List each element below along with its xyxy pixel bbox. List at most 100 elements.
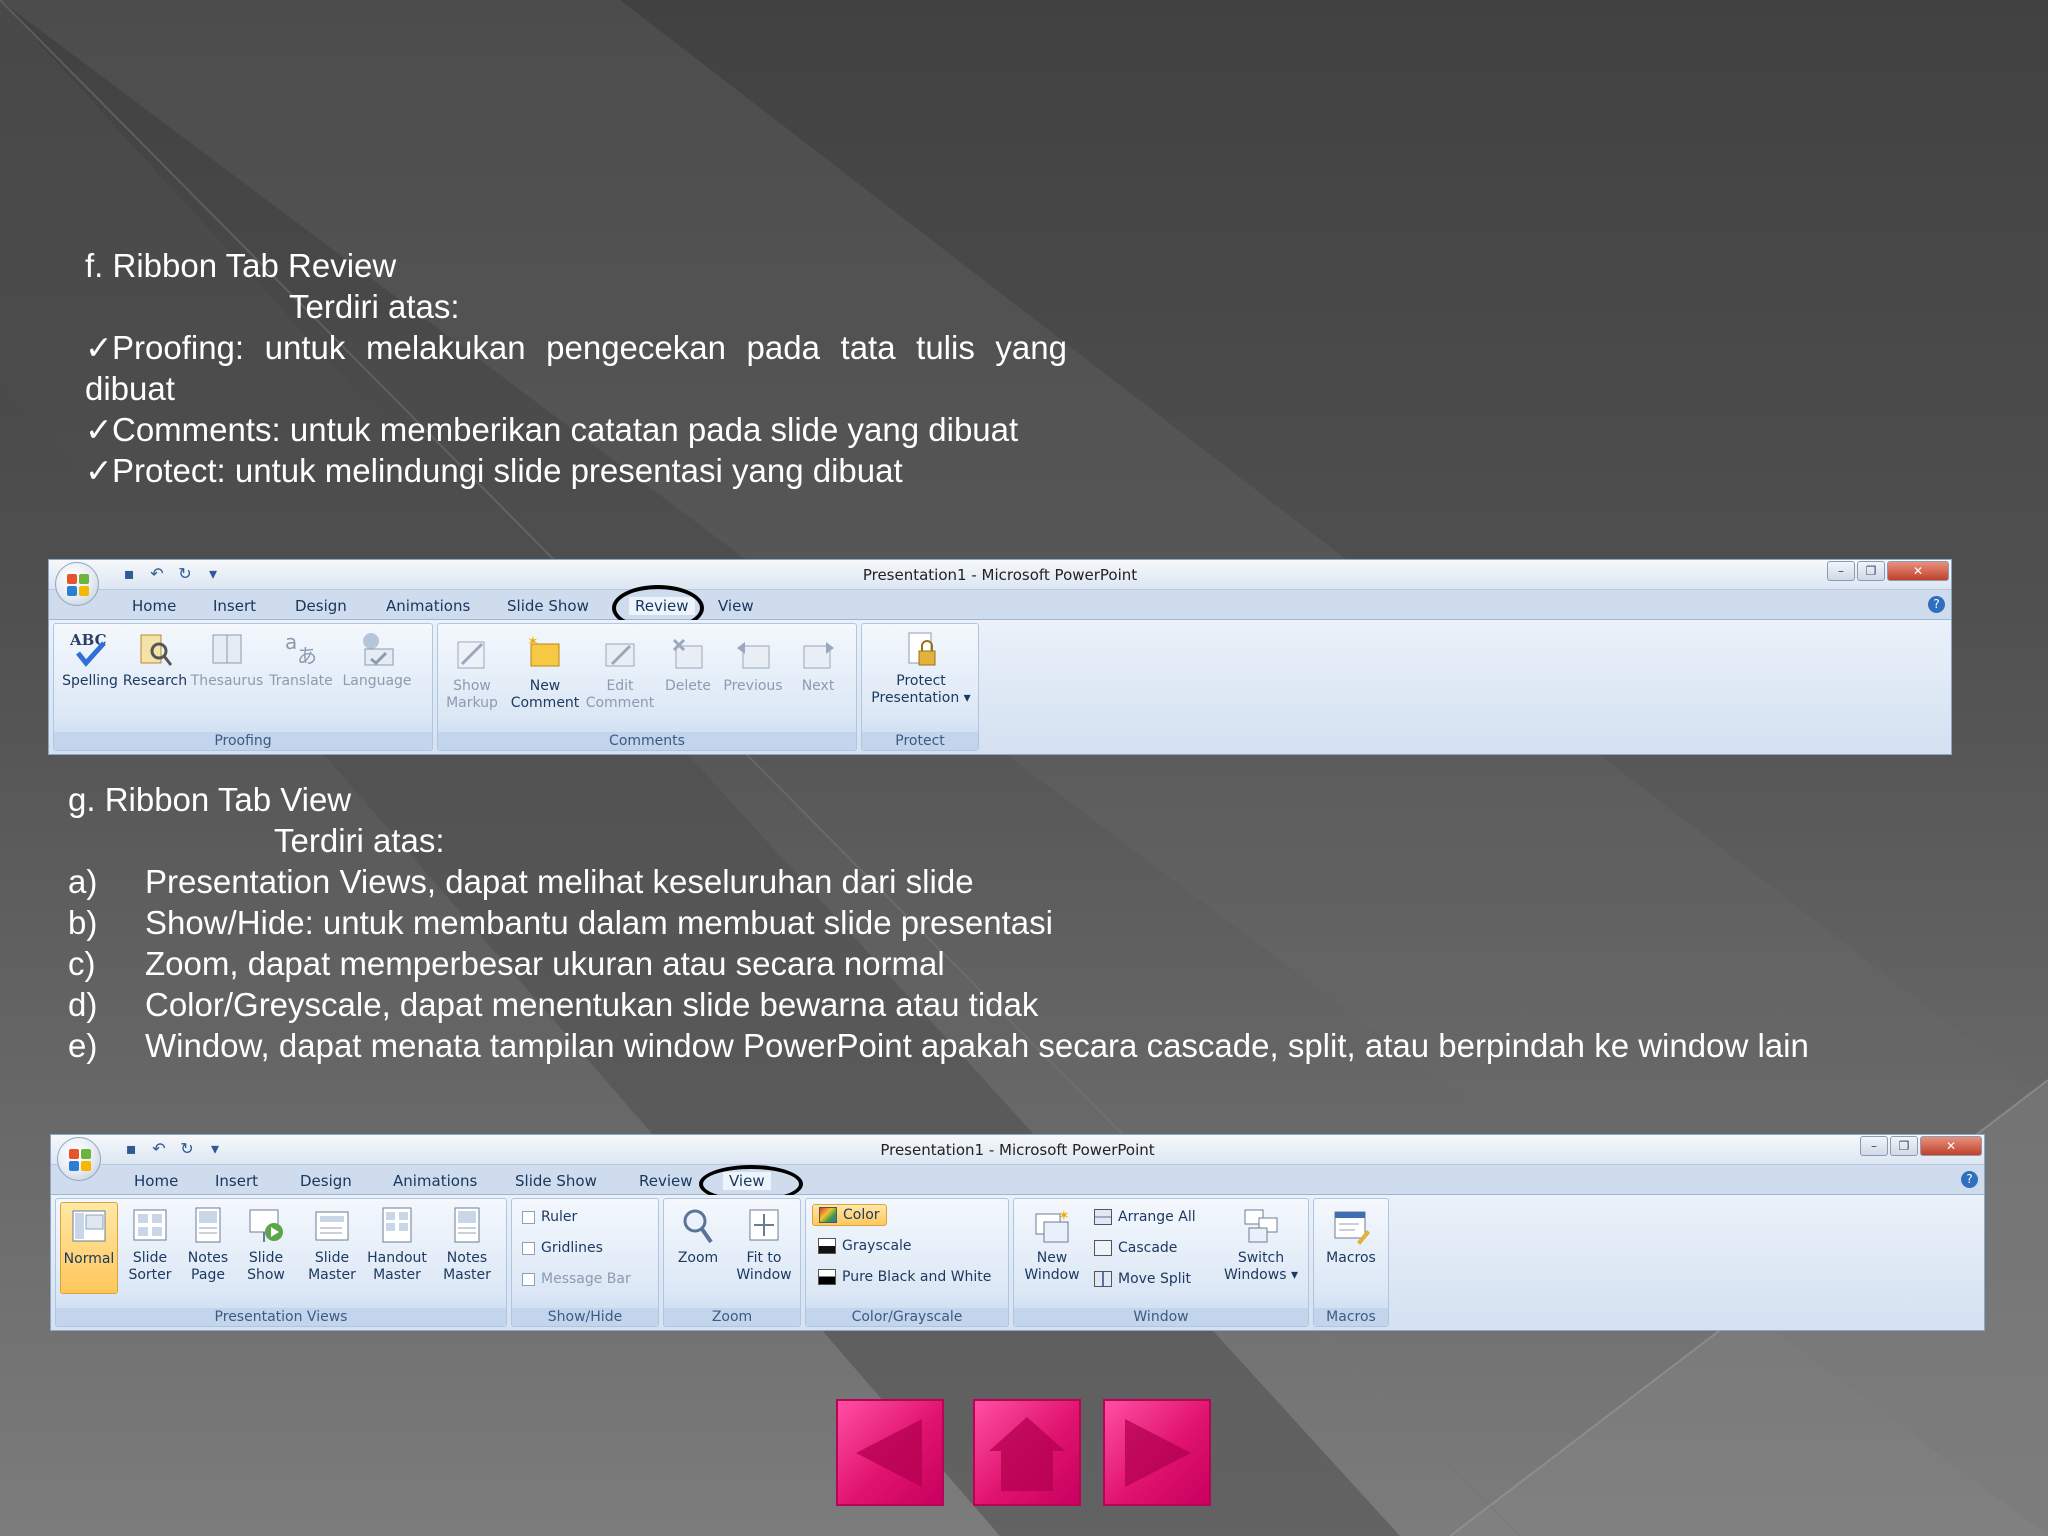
list-item: d) Color/Greyscale, dapat menentukan slid… [68,984,1895,1025]
group-label-proofing: Proofing [54,732,432,750]
help-icon[interactable]: ? [1928,596,1945,613]
tab-view[interactable]: View [718,597,754,615]
list-item-text: Color/Greyscale, dapat menentukan slide … [145,986,1039,1023]
minimize-icon[interactable]: – [1827,561,1855,581]
notes-page-icon [188,1206,228,1246]
handout-master-button[interactable]: Handout Master [362,1206,432,1284]
customize-qat-icon[interactable]: ▾ [203,565,223,583]
checkbox-icon [522,1272,535,1286]
message-bar-checkbox[interactable]: Message Bar [522,1271,631,1287]
office-button[interactable] [55,562,99,606]
section-f-subheading: Terdiri atas: [289,288,460,325]
spelling-button[interactable]: ABC Spelling [60,629,120,690]
slide-master-icon [312,1206,352,1246]
list-item: b) Show/Hide: untuk membantu dalam membua… [68,902,1895,943]
close-icon[interactable]: ✕ [1920,1136,1982,1156]
section-f-heading: f. Ribbon Tab Review [85,247,397,284]
tab-design[interactable]: Design [300,1172,352,1190]
thesaurus-icon [207,629,247,669]
slide-show-icon [246,1206,286,1246]
edit-comment-icon [600,634,640,674]
group-protect: Protect Presentation ▾ Protect [861,623,979,751]
tab-animations[interactable]: Animations [393,1172,477,1190]
tab-animations[interactable]: Animations [386,597,470,615]
right-triangle-icon [1125,1419,1191,1487]
office-logo-icon [69,1149,91,1171]
group-show-hide: Ruler Gridlines Message Bar Show/Hide [511,1198,659,1327]
svg-text:a: a [285,630,297,654]
restore-icon[interactable]: ❐ [1890,1136,1918,1156]
close-icon[interactable]: ✕ [1887,561,1949,581]
customize-qat-icon[interactable]: ▾ [205,1140,225,1158]
list-item-text: Window, dapat menata tampilan window Pow… [145,1027,1809,1064]
save-icon[interactable]: ▪ [121,1140,141,1158]
next-comment-button[interactable]: Next [788,634,848,695]
group-window: ✶ New Window Arrange All Cascade Move Spl… [1013,1198,1309,1327]
grayscale-button[interactable]: Grayscale [818,1238,912,1254]
slide-show-button[interactable]: Slide Show [238,1206,294,1284]
tab-slide-show[interactable]: Slide Show [507,597,589,615]
notes-master-button[interactable]: Notes Master [436,1206,498,1284]
translate-button[interactable]: aあ Translate [266,629,336,690]
redo-icon[interactable]: ↻ [175,565,195,583]
switch-windows-icon [1241,1206,1281,1246]
list-item-label: d) [68,986,98,1023]
notes-master-icon [447,1206,487,1246]
edit-comment-button[interactable]: Edit Comment [584,634,656,712]
window-caption: Presentation1 - Microsoft PowerPoint [862,566,1138,584]
color-button[interactable]: Color [812,1204,887,1226]
macros-button[interactable]: Macros [1318,1206,1384,1267]
new-window-button[interactable]: ✶ New Window [1018,1206,1086,1284]
move-split-button[interactable]: Move Split [1094,1271,1191,1287]
tab-design[interactable]: Design [295,597,347,615]
previous-slide-button[interactable] [836,1399,944,1506]
svg-text:✶: ✶ [527,634,539,650]
zoom-button[interactable]: Zoom [668,1206,728,1267]
tab-review[interactable]: Review [639,1172,693,1190]
list-item: a) Presentation Views, dapat melihat kese… [68,861,1895,902]
previous-comment-button[interactable]: Previous [720,634,786,695]
window-controls: – ❐ ✕ [1858,1136,1982,1156]
protect-presentation-button[interactable]: Protect Presentation ▾ [866,629,976,707]
undo-icon[interactable]: ↶ [149,1140,169,1158]
tab-home[interactable]: Home [132,597,176,615]
tab-home[interactable]: Home [134,1172,178,1190]
ribbon-groups: ABC Spelling Research Thesaurus aあ Trans… [49,620,1951,754]
research-button[interactable]: Research [122,629,188,690]
group-label-protect: Protect [862,732,978,750]
tab-insert[interactable]: Insert [213,597,256,615]
delete-comment-button[interactable]: Delete [658,634,718,695]
fit-to-window-button[interactable]: Fit to Window [730,1206,798,1284]
slide-master-button[interactable]: Slide Master [304,1206,360,1284]
office-button[interactable] [57,1137,101,1181]
arrange-all-button[interactable]: Arrange All [1094,1209,1196,1225]
next-slide-button[interactable] [1103,1399,1211,1506]
tab-insert[interactable]: Insert [215,1172,258,1190]
title-bar: ▪ ↶ ↻ ▾ Presentation1 - Microsoft PowerP… [49,560,1951,590]
list-item-text: Zoom, dapat memperbesar ukuran atau seca… [145,945,945,982]
help-icon[interactable]: ? [1961,1171,1978,1188]
save-icon[interactable]: ▪ [119,565,139,583]
restore-icon[interactable]: ❐ [1857,561,1885,581]
cascade-button[interactable]: Cascade [1094,1240,1177,1256]
home-button[interactable] [973,1399,1081,1506]
undo-icon[interactable]: ↶ [147,565,167,583]
switch-windows-button[interactable]: Switch Windows ▾ [1218,1206,1304,1284]
new-comment-button[interactable]: ✶ New Comment [508,634,582,712]
notes-page-button[interactable]: Notes Page [180,1206,236,1284]
language-icon [357,629,397,669]
minimize-icon[interactable]: – [1860,1136,1888,1156]
show-markup-button[interactable]: Show Markup [442,634,502,712]
tab-slide-show[interactable]: Slide Show [515,1172,597,1190]
ribbon-tabs: Home Insert Design Animations Slide Show… [49,585,1951,631]
normal-view-button[interactable]: Normal [60,1202,118,1294]
list-item-label: e) [68,1027,98,1064]
pure-black-white-button[interactable]: Pure Black and White [818,1269,991,1285]
language-button[interactable]: Language [338,629,416,690]
ruler-checkbox[interactable]: Ruler [522,1209,577,1225]
redo-icon[interactable]: ↻ [177,1140,197,1158]
gridlines-checkbox[interactable]: Gridlines [522,1240,603,1256]
section-g-heading: g. Ribbon Tab View [68,781,352,818]
thesaurus-button[interactable]: Thesaurus [190,629,264,690]
slide-sorter-button[interactable]: Slide Sorter [122,1206,178,1284]
